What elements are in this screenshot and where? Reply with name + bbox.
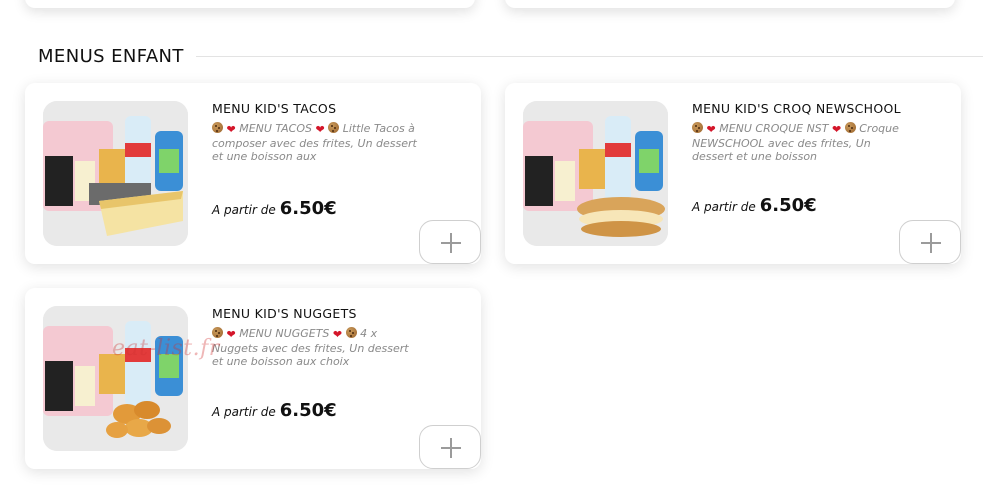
- menu-info: MENU KID'S NUGGETS ❤ MENU NUGGETS ❤ 4 x …: [212, 306, 422, 369]
- product-image-kids-tacos: [43, 101, 188, 246]
- menu-info: MENU KID'S CROQ NEWSCHOOL ❤ MENU CROQUE …: [692, 101, 902, 164]
- menu-description: ❤ MENU CROQUE NST ❤ Croque NEWSCHOOL ave…: [692, 122, 902, 164]
- menu-name: MENU KID'S CROQ NEWSCHOOL: [692, 101, 901, 116]
- menu-description: ❤ MENU NUGGETS ❤ 4 x Nuggets avec des fr…: [212, 327, 422, 369]
- cookie-emoji-icon: [212, 122, 223, 133]
- cookie-emoji-icon: [212, 327, 223, 338]
- cookie-emoji-icon: [328, 122, 340, 133]
- product-image-kids-croq: [523, 101, 668, 246]
- menu-description: ❤ MENU TACOS ❤ Little Tacos à composer a…: [212, 122, 422, 164]
- add-to-cart-button[interactable]: [899, 220, 961, 264]
- menu-card-kids-nuggets[interactable]: MENU KID'S NUGGETS ❤ MENU NUGGETS ❤ 4 x …: [25, 288, 481, 469]
- section-header: MENUS ENFANT: [38, 44, 983, 68]
- cookie-emoji-icon: [345, 327, 357, 338]
- price-label: A partir de: [212, 405, 276, 419]
- desc-tail: Little: [342, 122, 371, 135]
- price-row: A partir de 6.50€: [212, 198, 337, 219]
- heart-emoji-icon: ❤: [706, 123, 716, 136]
- desc-tail: 4 x: [360, 327, 378, 340]
- menu-name: MENU KID'S NUGGETS: [212, 306, 357, 321]
- price-value: 6.50€: [279, 400, 337, 421]
- cookie-emoji-icon: [692, 122, 703, 133]
- menu-card-kids-tacos[interactable]: MENU KID'S TACOS ❤ MENU TACOS ❤ Little T…: [25, 83, 481, 264]
- desc-head: MENU TACOS: [239, 122, 312, 135]
- price-label: A partir de: [692, 200, 756, 214]
- product-image-kids-nuggets: [43, 306, 188, 451]
- previous-card-left: [25, 0, 475, 8]
- menu-card-kids-croq-newschool[interactable]: MENU KID'S CROQ NEWSCHOOL ❤ MENU CROQUE …: [505, 83, 961, 264]
- price-value: 6.50€: [279, 198, 337, 219]
- desc-head: MENU NUGGETS: [239, 327, 330, 340]
- cookie-emoji-icon: [844, 122, 856, 133]
- add-to-cart-button[interactable]: [419, 220, 481, 264]
- desc-body: Nuggets avec des frites, Un dessert et u…: [212, 341, 409, 369]
- menu-info: MENU KID'S TACOS ❤ MENU TACOS ❤ Little T…: [212, 101, 422, 164]
- price-row: A partir de 6.50€: [692, 195, 817, 216]
- heart-emoji-icon: ❤: [832, 123, 842, 136]
- section-divider: [195, 55, 983, 57]
- heart-emoji-icon: ❤: [226, 123, 236, 136]
- heart-emoji-icon: ❤: [226, 328, 236, 341]
- menu-name: MENU KID'S TACOS: [212, 101, 337, 116]
- price-label: A partir de: [212, 203, 276, 217]
- section-title: MENUS ENFANT: [38, 45, 184, 67]
- previous-card-right: [505, 0, 955, 8]
- desc-head: MENU CROQUE NST: [719, 122, 829, 135]
- price-row: A partir de 6.50€: [212, 400, 337, 421]
- add-to-cart-button[interactable]: [419, 425, 481, 469]
- heart-emoji-icon: ❤: [332, 328, 343, 341]
- heart-emoji-icon: ❤: [315, 123, 325, 136]
- price-value: 6.50€: [759, 195, 817, 216]
